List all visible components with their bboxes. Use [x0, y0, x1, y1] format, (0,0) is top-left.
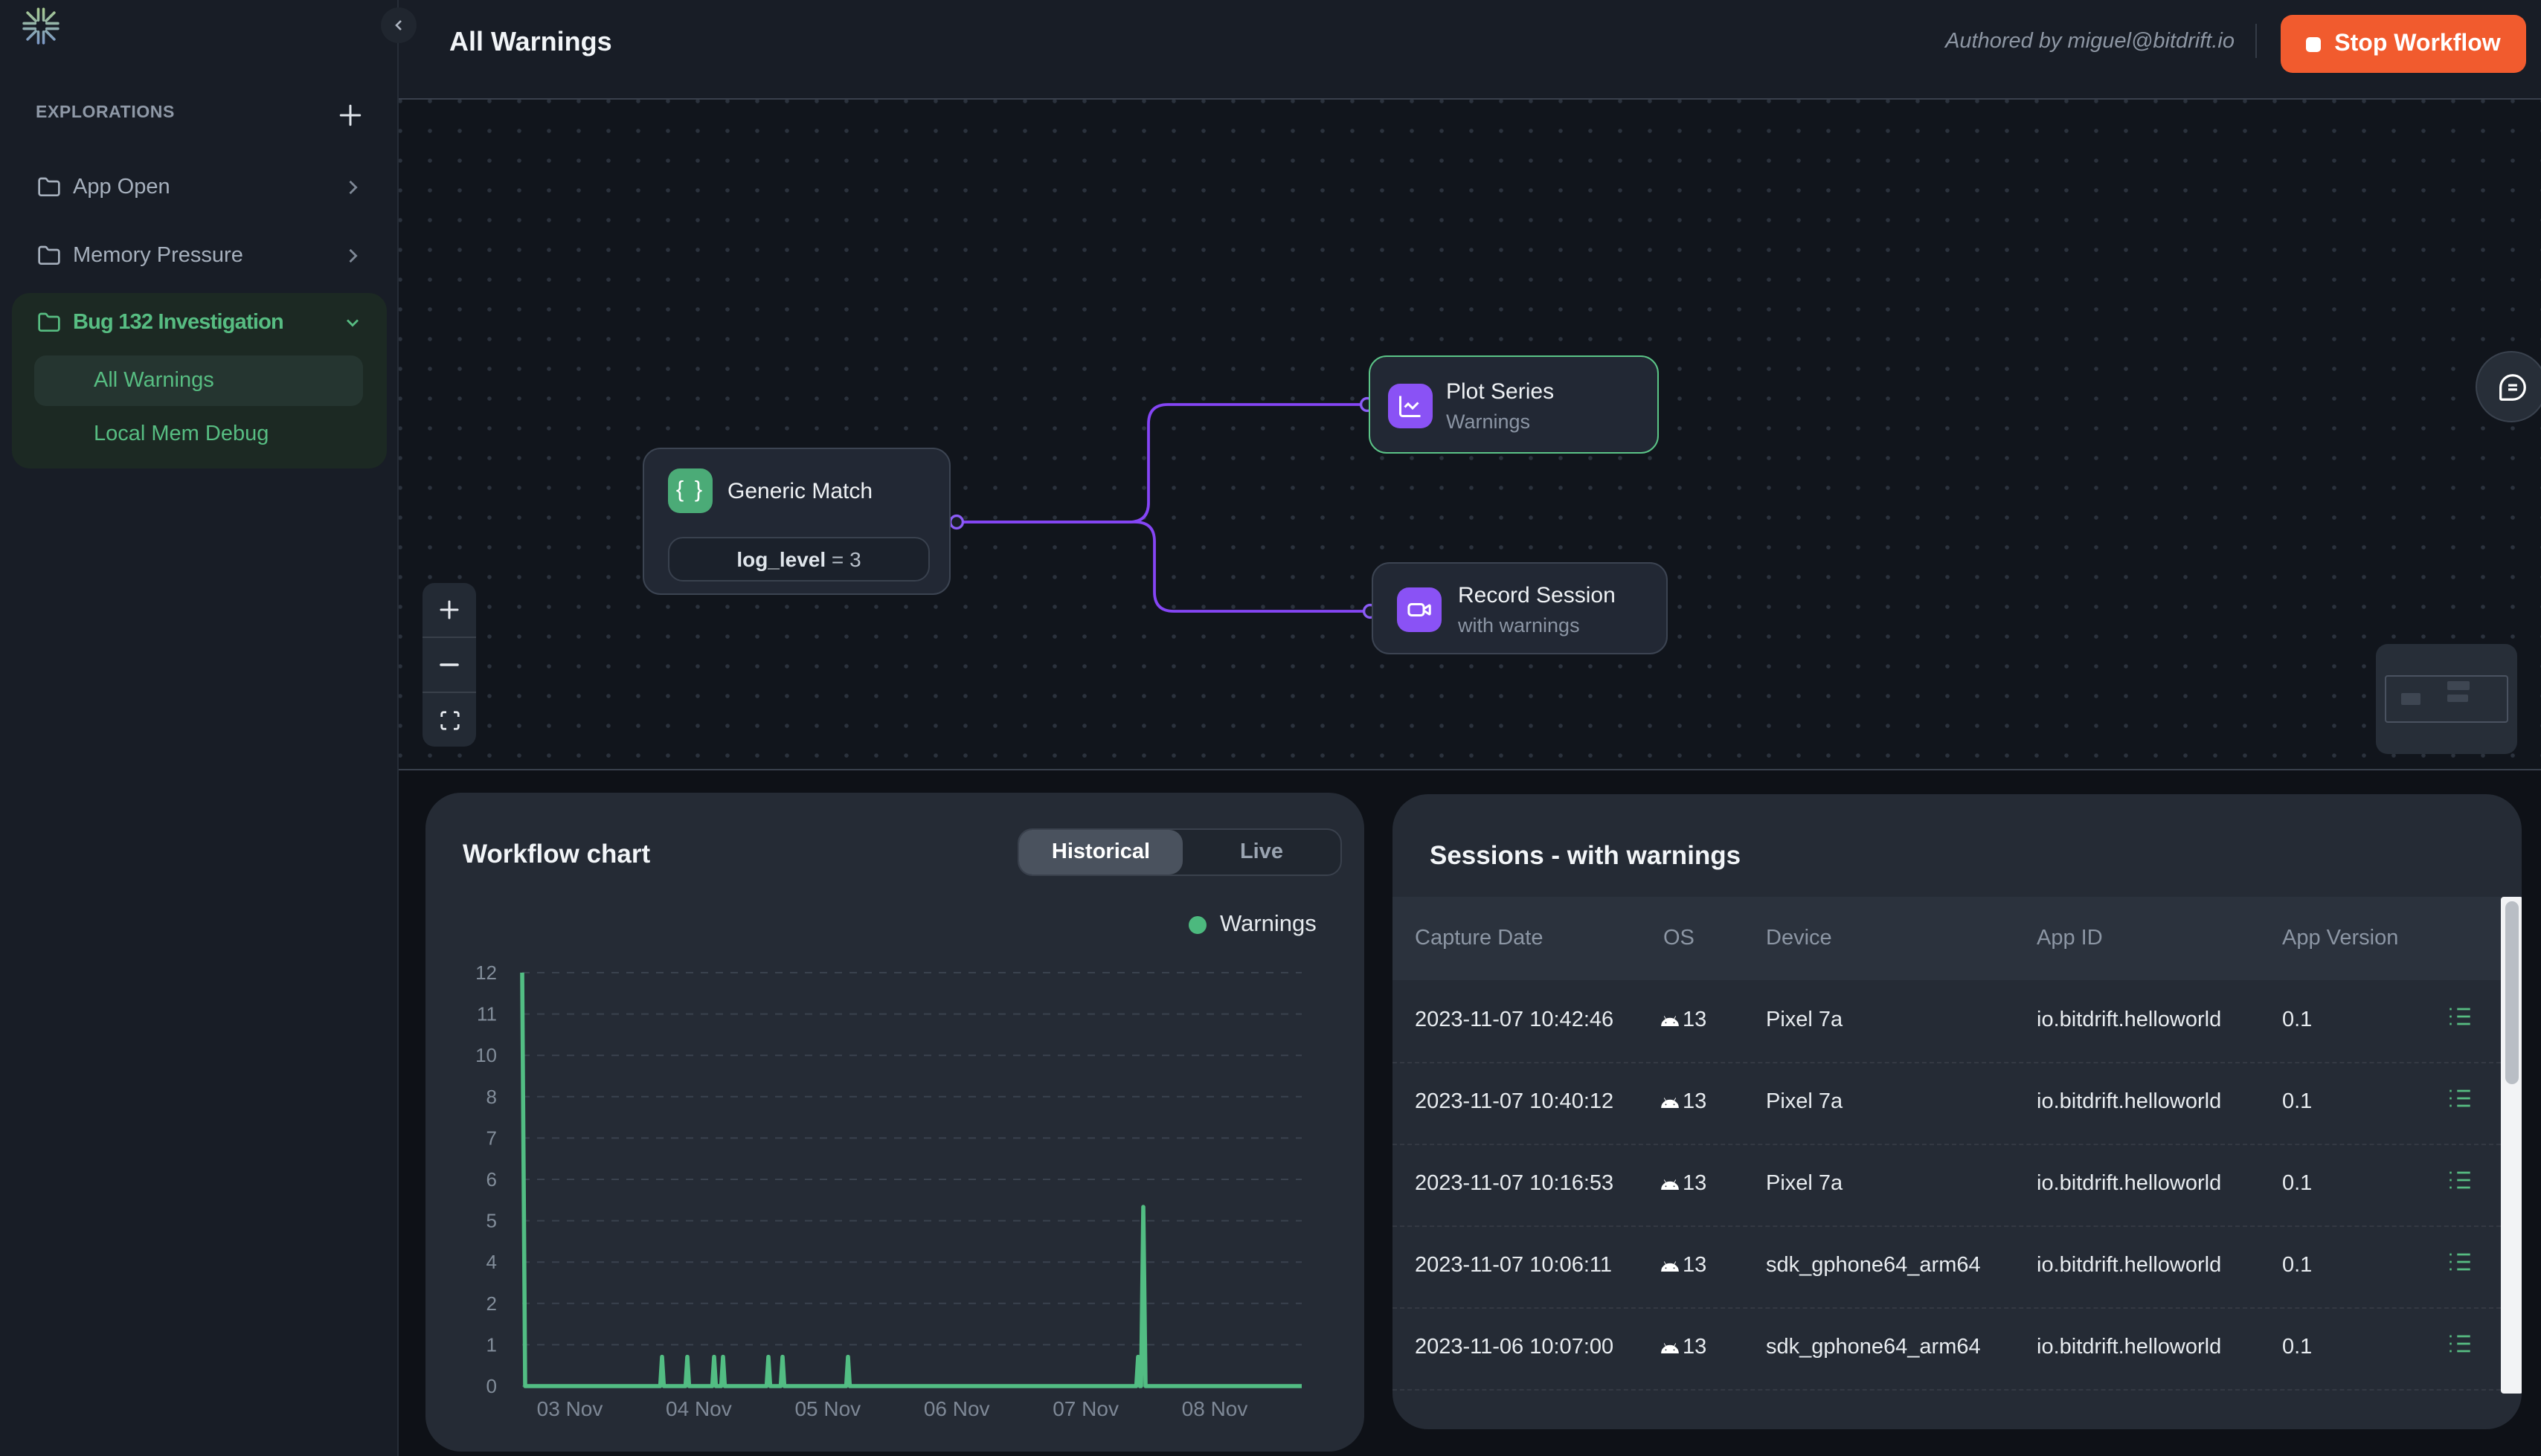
- svg-text:8: 8: [486, 1086, 497, 1108]
- svg-text:6: 6: [486, 1168, 497, 1191]
- svg-text:12: 12: [475, 961, 497, 984]
- svg-text:04 Nov: 04 Nov: [666, 1397, 732, 1420]
- svg-text:0: 0: [486, 1375, 497, 1397]
- svg-text:1: 1: [486, 1333, 497, 1356]
- svg-text:06 Nov: 06 Nov: [924, 1397, 990, 1420]
- svg-text:05 Nov: 05 Nov: [794, 1397, 861, 1420]
- svg-text:08 Nov: 08 Nov: [1182, 1397, 1248, 1420]
- svg-text:7: 7: [486, 1127, 497, 1149]
- svg-text:11: 11: [477, 1003, 497, 1025]
- svg-text:4: 4: [486, 1251, 497, 1273]
- svg-text:2: 2: [486, 1292, 497, 1315]
- svg-text:03 Nov: 03 Nov: [537, 1397, 603, 1420]
- svg-text:10: 10: [475, 1044, 497, 1066]
- svg-text:5: 5: [486, 1210, 497, 1232]
- svg-text:07 Nov: 07 Nov: [1053, 1397, 1119, 1420]
